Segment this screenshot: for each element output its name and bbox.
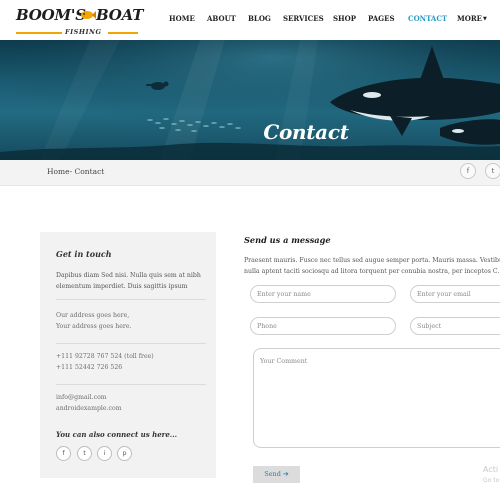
instagram-icon[interactable]: i bbox=[97, 446, 112, 461]
nav-item-shop[interactable]: SHOP bbox=[333, 14, 356, 23]
phone-field[interactable] bbox=[250, 317, 396, 335]
facebook-icon[interactable]: f bbox=[460, 163, 476, 179]
logo-text: BOOM'S BOAT bbox=[16, 6, 143, 24]
nav-item-home[interactable]: HOME bbox=[169, 14, 195, 23]
twitter-icon[interactable]: t bbox=[77, 446, 92, 461]
hero-banner: Contact bbox=[0, 40, 500, 160]
nav-item-contact[interactable]: CONTACT bbox=[408, 14, 447, 23]
form-title: Send us a message bbox=[244, 235, 331, 245]
divider bbox=[56, 299, 206, 300]
address-line-1: Our address goes here, bbox=[56, 312, 130, 319]
subject-field[interactable] bbox=[410, 317, 500, 335]
site-header: BOOM'S BOAT FISHING HOME ABOUT BLOG SERV… bbox=[0, 0, 500, 40]
logo-underline-left bbox=[16, 32, 62, 34]
fish-icon bbox=[81, 11, 96, 19]
nav-item-services[interactable]: SERVICES bbox=[283, 14, 324, 23]
card-title: Get in touch bbox=[56, 249, 112, 259]
page-title: Contact bbox=[263, 120, 349, 144]
activate-watermark-sub: Go to bbox=[483, 477, 500, 484]
form-description-line-2: nulla aptent taciti sociosqu ad litora t… bbox=[244, 268, 500, 275]
email-2[interactable]: androidexample.com bbox=[56, 403, 206, 414]
logo-word-1: BOOM'S bbox=[16, 6, 86, 24]
site-logo[interactable]: BOOM'S BOAT FISHING bbox=[16, 6, 143, 36]
email-1[interactable]: info@gmail.com bbox=[56, 392, 206, 403]
logo-underline-right bbox=[108, 32, 138, 34]
divider bbox=[56, 384, 206, 385]
logo-word-2: BOAT bbox=[96, 6, 144, 24]
email-field[interactable] bbox=[410, 285, 500, 303]
form-description-line-1: Praesent mauris. Fusce nec tellus sed au… bbox=[244, 257, 500, 264]
logo-tagline: FISHING bbox=[65, 28, 102, 36]
form-description: Praesent mauris. Fusce nec tellus sed au… bbox=[244, 255, 500, 277]
social-title: You can also connect us here... bbox=[56, 430, 178, 439]
send-label: Send bbox=[264, 470, 281, 478]
send-button[interactable]: Send ➔ bbox=[253, 466, 300, 483]
arrow-right-icon: ➔ bbox=[282, 470, 289, 478]
nav-item-about[interactable]: ABOUT bbox=[207, 14, 236, 23]
phone-2: +111 52442 726 526 bbox=[56, 364, 123, 371]
nav-item-more[interactable]: MORE▼ bbox=[457, 14, 487, 23]
facebook-icon[interactable]: f bbox=[56, 446, 71, 461]
card-description: Dapibus diam Sed nisi. Nulla quis sem at… bbox=[56, 272, 201, 290]
pinterest-icon[interactable]: p bbox=[117, 446, 132, 461]
breadcrumb[interactable]: Home- Contact bbox=[47, 167, 104, 176]
nav-item-pages[interactable]: PAGES bbox=[368, 14, 395, 23]
nav-item-blog[interactable]: BLOG bbox=[248, 14, 271, 23]
twitter-icon[interactable]: t bbox=[485, 163, 500, 179]
activate-watermark: Acti bbox=[483, 465, 499, 474]
name-field[interactable] bbox=[250, 285, 396, 303]
nav-more-label: MORE bbox=[457, 14, 482, 23]
address-line-2: Your address goes here. bbox=[56, 323, 132, 330]
divider bbox=[56, 343, 206, 344]
phone-1: +111 92728 767 524 (toll free) bbox=[56, 353, 154, 360]
breadcrumb-bar: Home- Contact f t bbox=[0, 160, 500, 186]
caret-down-icon: ▼ bbox=[483, 16, 487, 22]
contact-info-card: Get in touch Dapibus diam Sed nisi. Null… bbox=[40, 232, 216, 478]
comment-field[interactable] bbox=[253, 348, 500, 448]
